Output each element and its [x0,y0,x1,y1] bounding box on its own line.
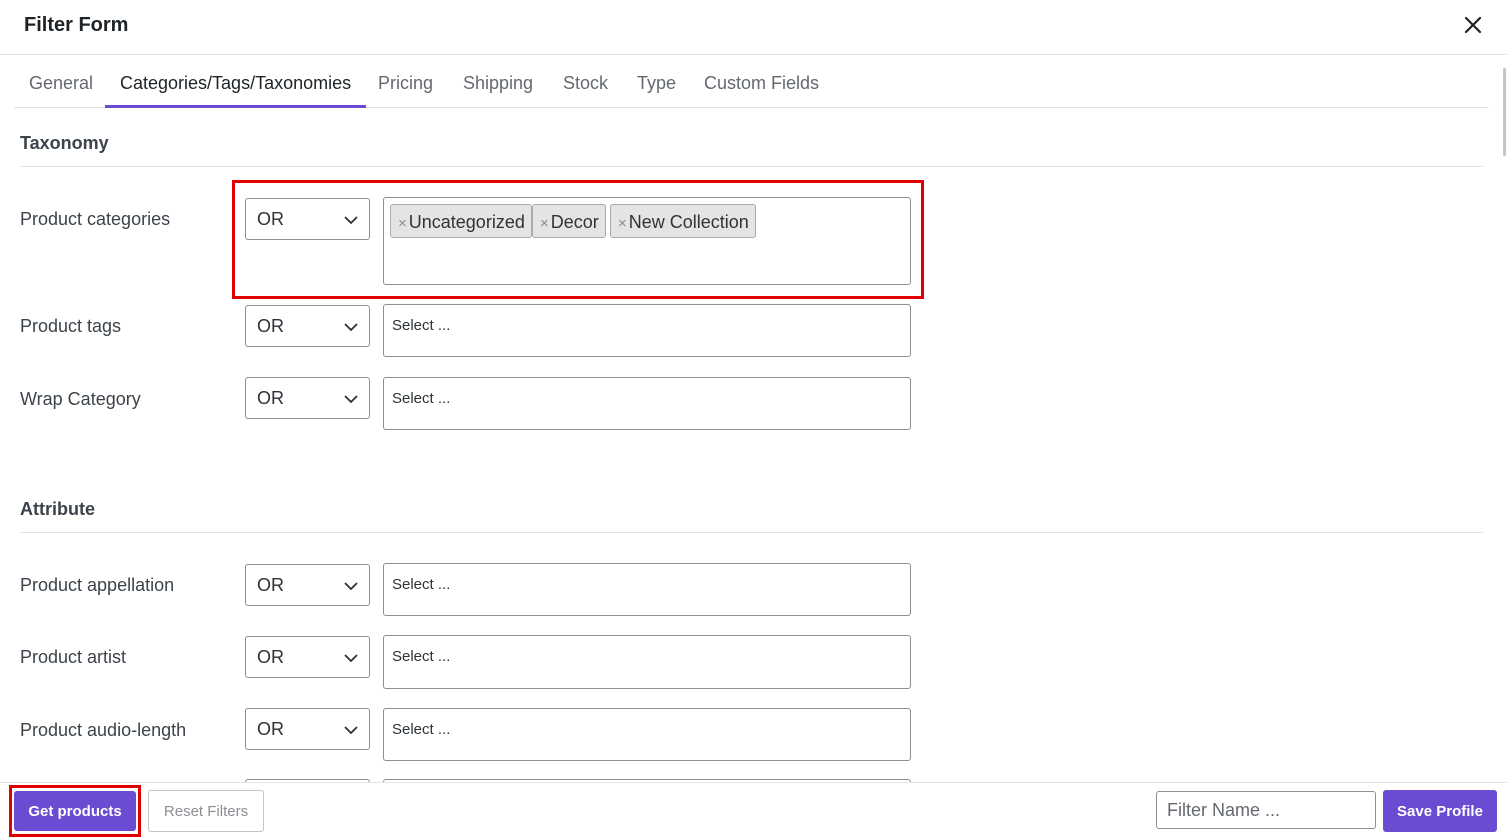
row-label-product-tags: Product tags [20,316,122,336]
chevron-down-icon [344,726,358,735]
chevron-down-icon [344,323,358,332]
reset-filters-button[interactable]: Reset Filters [148,790,264,832]
multiselect-product-appellation[interactable]: Select ... [383,563,911,616]
row-label-wrap-category: Wrap Category [20,389,141,409]
chip-label: Decor [550,212,599,232]
scrollbar-thumb[interactable] [1503,68,1506,156]
modal-header: Filter Form [0,0,1507,55]
chevron-down-icon [344,216,358,225]
section-title-attribute: Attribute [20,499,95,519]
chip-remove-icon[interactable]: × [540,215,549,232]
select-placeholder: Select ... [392,648,451,665]
operator-value: OR [257,209,284,229]
tab-categories-tags-taxonomies[interactable]: Categories/Tags/Taxonomies [105,62,367,108]
operator-value: OR [257,575,284,595]
tab-general[interactable]: General [14,62,108,108]
modal-footer: Get products Reset Filters Save Profile [0,782,1507,837]
operator-select-wrap-category[interactable]: OR [245,377,370,419]
multiselect-wrap-category[interactable]: Select ... [383,377,911,430]
filter-name-input[interactable] [1156,791,1376,829]
select-placeholder: Select ... [392,576,451,593]
operator-select-product-tags[interactable]: OR [245,305,370,347]
operator-value: OR [257,388,284,408]
operator-select-product-artist[interactable]: OR [245,636,370,678]
operator-select-product-appellation[interactable]: OR [245,564,370,606]
operator-value: OR [257,316,284,336]
multiselect-product-categories[interactable]: × Uncategorized × Decor × New Collection [383,197,911,285]
chip-uncategorized: × Uncategorized [390,204,532,238]
select-placeholder: Select ... [392,390,451,407]
row-label-product-appellation: Product appellation [20,575,175,595]
row-label-product-audio-length: Product audio-length [20,720,187,740]
chip-new-collection: × New Collection [610,204,756,238]
chip-remove-icon[interactable]: × [398,215,407,232]
modal-title: Filter Form [24,14,129,36]
get-products-button[interactable]: Get products [14,791,136,831]
select-placeholder: Select ... [392,721,451,738]
chevron-down-icon [344,582,358,591]
section-title-taxonomy: Taxonomy [20,133,109,153]
operator-value: OR [257,719,284,739]
chip-remove-icon[interactable]: × [618,215,627,232]
chevron-down-icon [344,654,358,663]
tab-pricing[interactable]: Pricing [363,62,448,108]
save-profile-button[interactable]: Save Profile [1383,790,1497,832]
row-label-product-artist: Product artist [20,647,127,667]
chevron-down-icon [344,395,358,404]
chip-label: New Collection [628,212,749,232]
section-divider [20,166,1483,167]
tab-custom-fields[interactable]: Custom Fields [689,62,834,108]
operator-value: OR [257,647,284,667]
row-label-product-categories: Product categories [20,209,171,229]
multiselect-product-tags[interactable]: Select ... [383,304,911,357]
multiselect-product-artist[interactable]: Select ... [383,635,911,689]
tab-bar: General Categories/Tags/Taxonomies Prici… [14,62,1489,108]
chip-label: Uncategorized [408,212,525,232]
operator-select-product-audio-length[interactable]: OR [245,708,370,750]
operator-select-product-categories[interactable]: OR [245,198,370,240]
tab-shipping[interactable]: Shipping [448,62,548,108]
close-icon[interactable] [1460,12,1486,38]
chip-decor: × Decor [532,204,606,238]
tab-stock[interactable]: Stock [548,62,623,108]
select-placeholder: Select ... [392,317,451,334]
section-divider [20,532,1483,533]
multiselect-product-audio-length[interactable]: Select ... [383,708,911,761]
tab-type[interactable]: Type [622,62,691,108]
